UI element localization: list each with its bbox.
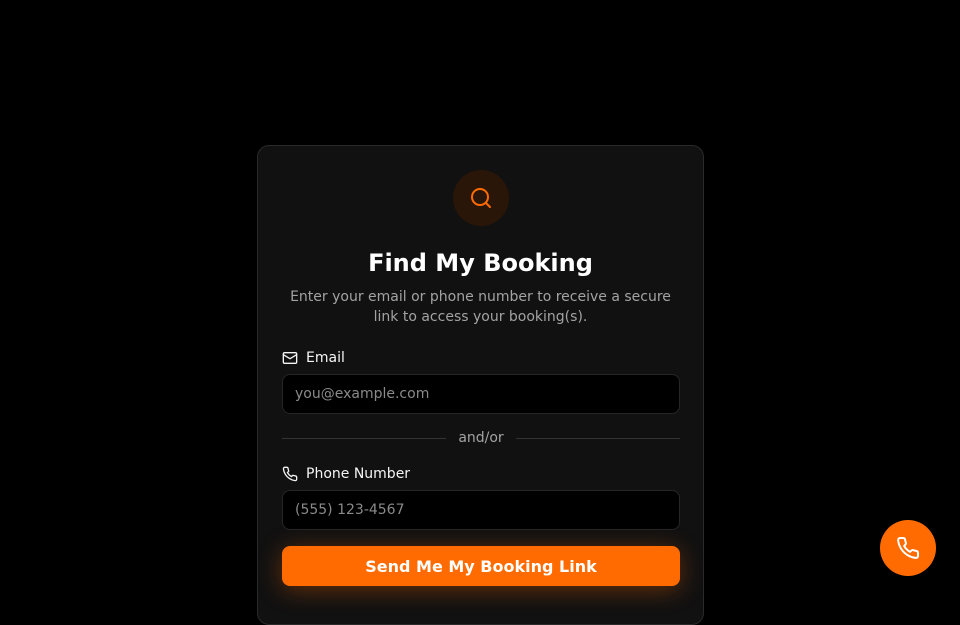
- page-subtitle: Enter your email or phone number to rece…: [290, 289, 671, 325]
- phone-label: Phone Number: [282, 466, 410, 482]
- send-booking-link-button[interactable]: Send Me My Booking Link: [282, 546, 680, 586]
- and-or-divider: and/or: [282, 430, 681, 446]
- find-booking-card: Find My Booking Enter your email or phon…: [257, 145, 704, 625]
- phone-icon: [282, 466, 298, 482]
- email-label-text: Email: [306, 350, 345, 366]
- search-icon: [471, 188, 491, 208]
- phone-icon: [897, 537, 920, 559]
- divider-line-left: [282, 437, 447, 439]
- divider-text: and/or: [458, 430, 504, 446]
- page-title: Find My Booking: [368, 249, 593, 277]
- mail-icon: [282, 352, 298, 364]
- email-label: Email: [282, 350, 345, 366]
- divider-line-right: [515, 437, 681, 439]
- phone-label-text: Phone Number: [306, 466, 411, 482]
- search-icon-badge: [453, 170, 509, 226]
- email-field[interactable]: [282, 374, 680, 414]
- call-button[interactable]: [880, 520, 936, 576]
- phone-field[interactable]: [282, 490, 680, 530]
